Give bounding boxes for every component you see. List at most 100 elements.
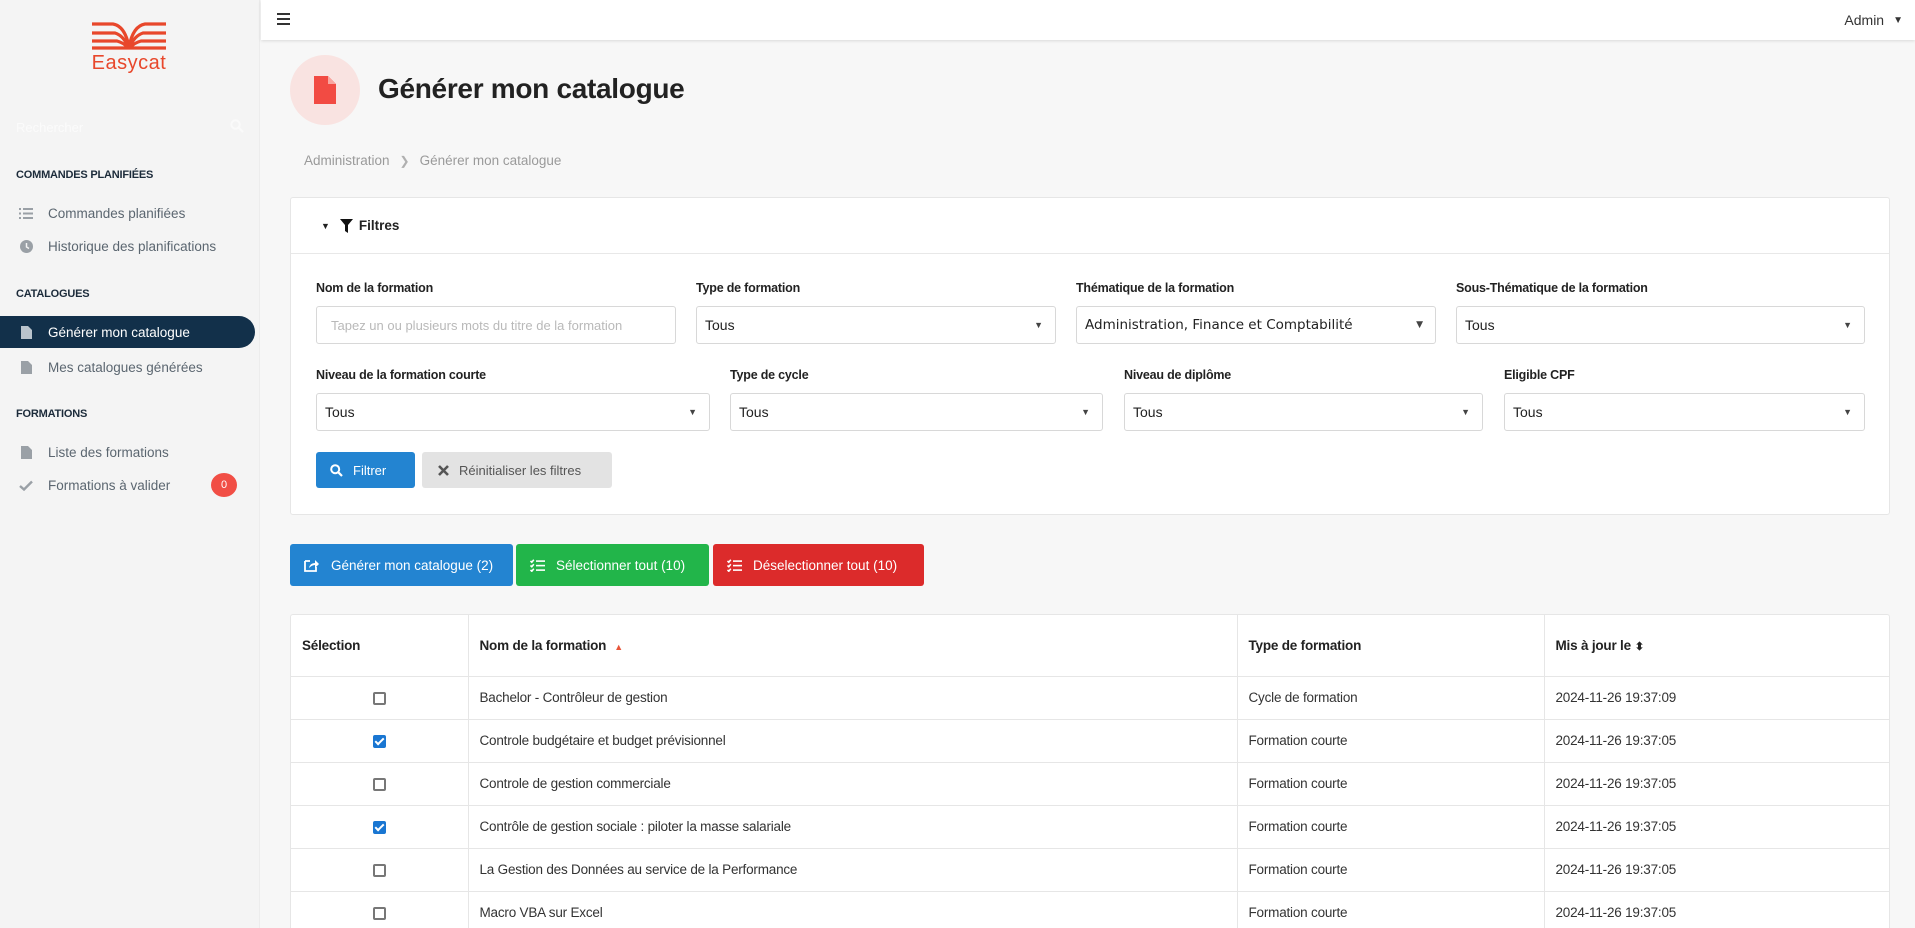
file-icon <box>314 76 336 104</box>
row-checkbox[interactable] <box>372 863 386 877</box>
sous-thematique-select[interactable]: Tous ▼ <box>1456 306 1865 344</box>
formations-table: Sélection Nom de la formation ▲ Type de f… <box>290 614 1890 928</box>
easycat-logo[interactable]: Easycat <box>90 22 168 75</box>
deselect-all-label: Déselectionner tout (10) <box>753 557 898 573</box>
user-menu[interactable]: Admin ▼ <box>1844 12 1903 28</box>
label-thematique: Thématique de la formation <box>1076 281 1235 295</box>
row-checkbox[interactable] <box>372 734 386 748</box>
selection-cell <box>291 676 469 720</box>
sidebar-search <box>16 115 244 139</box>
formation-name: Bachelor - Contrôleur de gestion <box>468 676 1238 720</box>
column-mis-a-jour[interactable]: Mis à jour le ⬍ <box>1544 615 1889 677</box>
table-row[interactable]: Macro VBA sur Excel Formation courte 2024-… <box>291 891 1889 928</box>
updated-at: 2024-11-26 19:37:05 <box>1544 891 1889 928</box>
sidebar-item-mes-catalogues[interactable]: Mes catalogues générées <box>0 351 255 383</box>
section-commandes-planifiees: COMMANDES PLANIFIÉES <box>16 169 154 181</box>
selected-value: Tous <box>1465 317 1495 333</box>
formation-type: Cycle de formation <box>1237 676 1545 720</box>
selection-cell <box>291 719 469 763</box>
thematique-select[interactable]: Administration, Finance et Comptabilité … <box>1076 306 1436 344</box>
breadcrumb-administration[interactable]: Administration <box>304 153 390 168</box>
niveau-courte-select[interactable]: Tous ▼ <box>316 393 710 431</box>
selected-value: Tous <box>1133 404 1163 420</box>
label-niveau-diplome: Niveau de diplôme <box>1124 368 1232 382</box>
caret-down-icon: ▼ <box>1034 320 1043 330</box>
column-type-formation: Type de formation <box>1237 615 1545 677</box>
caret-down-icon: ▼ <box>1416 320 1423 330</box>
row-checkbox[interactable] <box>372 777 386 791</box>
sidebar-item-label: Liste des formations <box>48 444 169 460</box>
sidebar-item-generer-catalogue[interactable]: Générer mon catalogue <box>0 316 255 348</box>
deselect-all-button[interactable]: Déselectionner tout (10) <box>713 544 924 586</box>
selection-cell <box>291 805 469 849</box>
filters-title: Filtres <box>358 218 400 233</box>
table-row[interactable]: Bachelor - Contrôleur de gestion Cycle de… <box>291 676 1889 720</box>
pending-count-badge: 0 <box>211 473 237 497</box>
row-checkbox[interactable] <box>372 906 386 920</box>
share-export-icon <box>304 558 320 572</box>
updated-at: 2024-11-26 19:37:05 <box>1544 719 1889 763</box>
sidebar-item-label: Formations à valider <box>48 477 171 493</box>
formation-type: Formation courte <box>1237 762 1545 806</box>
sidebar-item-label: Mes catalogues générées <box>48 359 203 375</box>
formation-name: Macro VBA sur Excel <box>468 891 1238 928</box>
column-nom-formation[interactable]: Nom de la formation ▲ <box>468 615 1238 677</box>
file-icon <box>18 360 34 374</box>
user-name: Admin <box>1844 12 1885 28</box>
sort-asc-icon: ▲ <box>614 641 623 652</box>
caret-down-icon: ▼ <box>1843 407 1852 417</box>
sidebar-item-liste-formations[interactable]: Liste des formations <box>0 436 255 468</box>
reset-button-label: Réinitialiser les filtres <box>459 462 582 478</box>
caret-down-icon: ▼ <box>1461 407 1470 417</box>
filter-button-label: Filtrer <box>353 462 387 478</box>
column-label: Sélection <box>302 637 361 653</box>
column-label: Mis à jour le <box>1555 637 1632 653</box>
updated-at: 2024-11-26 19:37:05 <box>1544 848 1889 892</box>
sidebar-search-input[interactable] <box>16 119 196 135</box>
filter-button[interactable]: Filtrer <box>316 452 415 488</box>
generate-catalogue-button[interactable]: Générer mon catalogue (2) <box>290 544 513 586</box>
type-formation-select[interactable]: Tous ▼ <box>696 306 1056 344</box>
brand-name: Easycat <box>91 52 167 74</box>
menu-toggle-icon[interactable] <box>277 13 290 25</box>
open-book-icon <box>92 22 166 50</box>
checklist-icon <box>727 558 742 572</box>
select-all-button[interactable]: Sélectionner tout (10) <box>516 544 709 586</box>
file-icon <box>18 445 34 459</box>
nom-formation-input[interactable] <box>316 306 676 344</box>
table-row[interactable]: La Gestion des Données au service de la … <box>291 848 1889 892</box>
updated-at: 2024-11-26 19:37:05 <box>1544 762 1889 806</box>
search-icon[interactable] <box>230 118 244 136</box>
table-header-row: Sélection Nom de la formation ▲ Type de f… <box>291 615 1889 677</box>
selected-value: Tous <box>325 404 355 420</box>
selected-value: Tous <box>705 317 735 333</box>
selection-cell <box>291 848 469 892</box>
selected-value: Administration, Finance et Comptabilité <box>1085 317 1353 333</box>
section-formations: FORMATIONS <box>16 408 88 420</box>
niveau-diplome-select[interactable]: Tous ▼ <box>1124 393 1483 431</box>
selected-value: Tous <box>739 404 769 420</box>
sidebar-item-historique-planifications[interactable]: Historique des planifications <box>0 230 255 262</box>
sidebar-item-commandes-planifiees[interactable]: Commandes planifiées <box>0 197 255 229</box>
caret-down-icon: ▼ <box>688 407 697 417</box>
table-row[interactable]: Controle de gestion commerciale Formation… <box>291 762 1889 806</box>
label-eligible-cpf: Eligible CPF <box>1504 368 1575 382</box>
checklist-icon <box>530 558 545 572</box>
label-sous-thematique: Sous-Thématique de la formation <box>1456 281 1648 295</box>
reset-filters-button[interactable]: Réinitialiser les filtres <box>422 452 612 488</box>
formation-type: Formation courte <box>1237 719 1545 763</box>
row-checkbox[interactable] <box>372 820 386 834</box>
caret-down-icon: ▼ <box>1893 14 1903 26</box>
filter-icon <box>339 218 353 233</box>
table-row[interactable]: Contrôle de gestion sociale : piloter la… <box>291 805 1889 849</box>
caret-down-icon: ▼ <box>1081 407 1090 417</box>
filters-toggle[interactable]: ▼ Filtres <box>291 198 1889 254</box>
list-icon <box>18 207 34 219</box>
table-row[interactable]: Controle budgétaire et budget prévisionn… <box>291 719 1889 763</box>
formation-name: La Gestion des Données au service de la … <box>468 848 1238 892</box>
type-cycle-select[interactable]: Tous ▼ <box>730 393 1103 431</box>
row-checkbox[interactable] <box>372 691 386 705</box>
sidebar-item-label: Générer mon catalogue <box>48 324 190 340</box>
eligible-cpf-select[interactable]: Tous ▼ <box>1504 393 1865 431</box>
clock-icon <box>18 239 34 253</box>
